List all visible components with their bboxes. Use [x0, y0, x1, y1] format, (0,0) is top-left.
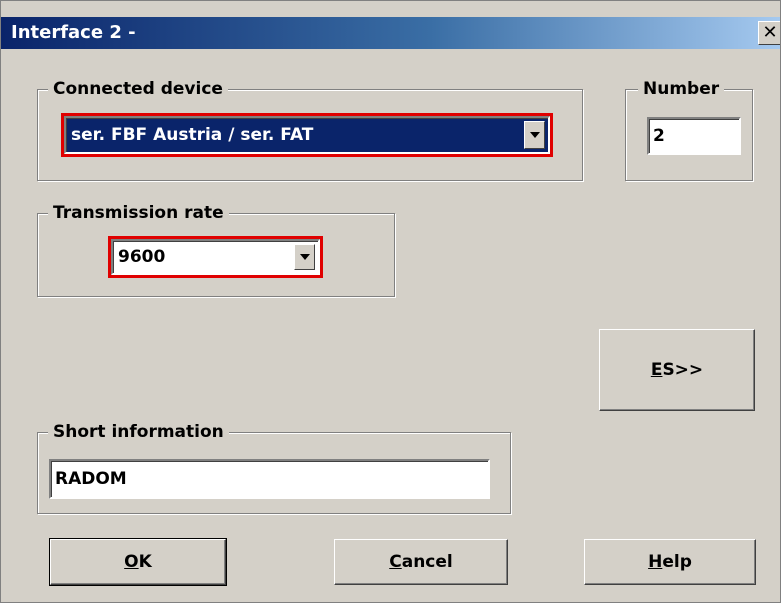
- connected-device-dropdown-button[interactable]: [524, 121, 545, 149]
- chevron-down-icon: [299, 254, 310, 260]
- connected-device-combobox[interactable]: ser. FBF Austria / ser. FAT: [64, 116, 550, 154]
- ok-button[interactable]: OK: [49, 538, 227, 586]
- transmission-rate-group: Transmission rate 9600: [37, 201, 395, 297]
- ok-button-label: K: [138, 552, 152, 572]
- chevron-down-icon: [529, 132, 540, 138]
- transmission-rate-highlight: 9600: [108, 236, 323, 278]
- transmission-rate-combobox[interactable]: 9600: [111, 239, 320, 275]
- cancel-button[interactable]: Cancel: [334, 539, 508, 585]
- window-title: Interface 2 -: [11, 22, 136, 43]
- short-information-value: RADOM: [55, 469, 127, 489]
- es-button-mnemonic: E: [650, 360, 663, 380]
- close-icon: ✕: [762, 22, 778, 43]
- short-information-input[interactable]: RADOM: [49, 459, 490, 499]
- es-button-label: S>>: [662, 360, 704, 380]
- cancel-button-mnemonic: C: [389, 552, 402, 572]
- number-input[interactable]: 2: [647, 117, 741, 155]
- ok-button-mnemonic: O: [124, 552, 139, 572]
- help-button-label: elp: [662, 552, 692, 572]
- connected-device-group: Connected device ser. FBF Austria / ser.…: [37, 77, 583, 181]
- number-group: Number 2: [625, 77, 753, 181]
- connected-device-value: ser. FBF Austria / ser. FAT: [71, 125, 314, 145]
- help-button-mnemonic: H: [648, 552, 663, 572]
- es-button[interactable]: E S>>: [599, 329, 755, 411]
- transmission-rate-value: 9600: [118, 247, 166, 267]
- cancel-button-label: ancel: [401, 552, 453, 572]
- connected-device-highlight: ser. FBF Austria / ser. FAT: [61, 113, 553, 157]
- number-label: Number: [638, 77, 725, 101]
- short-information-label: Short information: [48, 420, 229, 444]
- dialog-window: Interface 2 - ✕ Connected device ser. FB…: [0, 0, 781, 603]
- title-bar[interactable]: Interface 2 - ✕: [1, 17, 780, 49]
- number-value: 2: [653, 126, 665, 146]
- help-button[interactable]: Help: [584, 539, 756, 585]
- transmission-rate-dropdown-button[interactable]: [294, 244, 315, 270]
- short-information-group: Short information RADOM: [37, 420, 511, 514]
- connected-device-label: Connected device: [48, 77, 228, 101]
- transmission-rate-label: Transmission rate: [48, 201, 229, 225]
- close-button[interactable]: ✕: [758, 21, 780, 45]
